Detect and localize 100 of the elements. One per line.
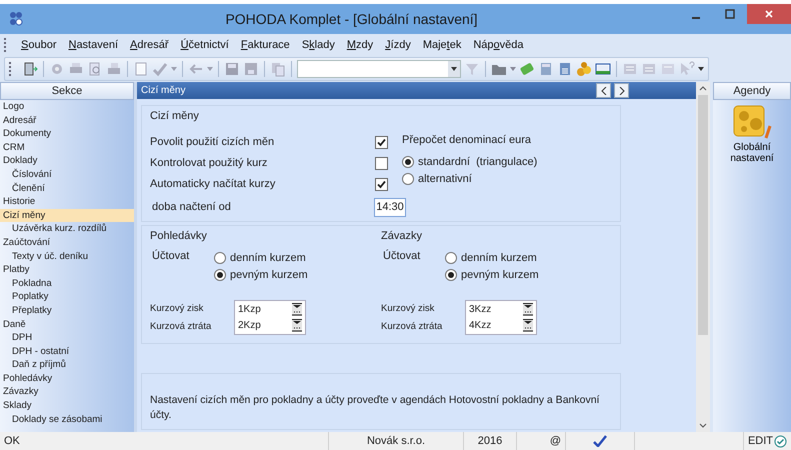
menu-item[interactable]: Adresář bbox=[125, 37, 174, 53]
tree-item[interactable]: DPH - ostatní bbox=[0, 344, 134, 358]
coins-icon[interactable] bbox=[576, 61, 592, 77]
menu-item[interactable]: Nastavení bbox=[63, 37, 124, 53]
tree-item[interactable]: Historie bbox=[0, 195, 134, 209]
tree-item[interactable]: Sklady bbox=[0, 399, 134, 413]
section-header: Agendy bbox=[713, 82, 791, 100]
menu-item[interactable]: Soubor bbox=[16, 37, 62, 53]
picker-button[interactable] bbox=[523, 303, 533, 316]
radio-button[interactable] bbox=[445, 252, 457, 264]
chevron-right-icon bbox=[618, 86, 624, 94]
tree-item[interactable]: Dokumenty bbox=[0, 127, 134, 141]
picker-button[interactable] bbox=[292, 319, 302, 332]
tree-item[interactable]: Členění bbox=[0, 182, 134, 196]
menu-item[interactable]: Sklady bbox=[296, 37, 340, 53]
tree-item[interactable]: CRM bbox=[0, 140, 134, 154]
tree-item[interactable]: Daň z příjmů bbox=[0, 358, 134, 372]
chevron-down-icon[interactable] bbox=[699, 423, 707, 428]
save-icon[interactable] bbox=[224, 61, 240, 77]
checkbox[interactable] bbox=[375, 178, 388, 190]
account-field[interactable]: 2Kzp bbox=[238, 320, 261, 331]
tree-item[interactable]: Doklady bbox=[0, 154, 134, 168]
radio-label: standardní (triangulace) bbox=[418, 156, 538, 168]
tree-item[interactable]: Platby bbox=[0, 263, 134, 277]
tree-item[interactable]: DPH bbox=[0, 331, 134, 345]
field-label: Účtovat bbox=[383, 250, 422, 264]
calculator-icon[interactable] bbox=[557, 61, 573, 77]
checkbox[interactable] bbox=[375, 156, 388, 170]
menu-item[interactable]: Nápověda bbox=[468, 37, 529, 53]
tree-item[interactable]: Poplatky bbox=[0, 290, 134, 304]
radio-button[interactable] bbox=[445, 268, 457, 280]
tree-item[interactable]: Uzávěrka kurz. rozdílů bbox=[0, 222, 134, 236]
section-title: Pohledávky bbox=[150, 230, 208, 242]
radio-button[interactable] bbox=[214, 252, 226, 264]
account-field[interactable]: 1Kzp bbox=[238, 304, 261, 315]
year-text: 2016 bbox=[464, 432, 517, 450]
picker-button[interactable] bbox=[523, 319, 533, 332]
close-button[interactable] bbox=[747, 4, 791, 24]
printer-icon[interactable] bbox=[106, 61, 122, 77]
tree-item[interactable]: Logo bbox=[0, 100, 134, 114]
account-field[interactable]: 4Kzz bbox=[469, 320, 492, 331]
tree-item[interactable]: Pohledávky bbox=[0, 372, 134, 386]
at-sign: @ bbox=[517, 432, 566, 450]
radio-button[interactable] bbox=[214, 268, 226, 280]
field-label: Kurzová ztráta bbox=[150, 321, 212, 332]
panel-title: Cizí měny bbox=[141, 85, 186, 96]
tree-item[interactable]: Adresář bbox=[0, 114, 134, 128]
check-circle-icon bbox=[774, 434, 787, 448]
checkmark-icon[interactable] bbox=[152, 61, 168, 77]
info-text: Nastavení cizích měn pro pokladny a účty proveďte v agendách Hotovostní pokladny a Bankovní účty. bbox=[150, 393, 600, 423]
section-title: Závazky bbox=[381, 230, 423, 242]
status-message: OK bbox=[0, 432, 329, 450]
picker-button[interactable] bbox=[292, 303, 302, 316]
radio-button[interactable] bbox=[402, 172, 414, 184]
option-label: Automaticky načítat kurzy bbox=[150, 178, 276, 190]
time-field[interactable]: 14:30 bbox=[374, 198, 406, 216]
tree-item[interactable]: Číslování bbox=[0, 168, 134, 182]
bank-card-icon[interactable] bbox=[595, 61, 611, 77]
tree-item[interactable]: Texty v úč. deníku bbox=[0, 250, 134, 264]
agenda-item[interactable]: Globální nastavení bbox=[713, 100, 791, 168]
checkmark-icon bbox=[593, 435, 607, 447]
window-title: POHODA Komplet - [Globální nastavení] bbox=[224, 11, 479, 27]
menu-item[interactable]: Mzdy bbox=[342, 37, 378, 53]
tree-item[interactable]: Cizí měny bbox=[0, 208, 134, 222]
vertical-scrollbar[interactable] bbox=[696, 82, 710, 432]
calculator-icon[interactable] bbox=[538, 61, 554, 77]
maximize-icon bbox=[725, 9, 735, 19]
field-label: doba načtení od bbox=[152, 201, 231, 213]
save-icon[interactable] bbox=[243, 61, 259, 77]
previous-button[interactable] bbox=[596, 83, 611, 98]
menu-item[interactable]: Majetek bbox=[418, 37, 466, 53]
radio-label: pevným kurzem bbox=[230, 268, 308, 280]
tree-item[interactable]: Pokladna bbox=[0, 276, 134, 290]
chevron-up-icon[interactable] bbox=[699, 86, 707, 91]
close-icon bbox=[764, 9, 774, 19]
next-button[interactable] bbox=[614, 83, 629, 98]
account-field[interactable]: 3Kzz bbox=[469, 304, 492, 315]
app-logo-icon bbox=[8, 11, 24, 27]
tree-item[interactable]: Doklady se zásobami bbox=[0, 412, 134, 426]
door-icon[interactable] bbox=[22, 61, 38, 77]
checkbox[interactable] bbox=[375, 136, 388, 148]
combo-box[interactable] bbox=[297, 60, 461, 78]
cheese-icon bbox=[732, 104, 772, 140]
option-label: Povolit použití cizích měn bbox=[150, 136, 274, 148]
menu-item[interactable]: Účetnictví bbox=[176, 37, 234, 53]
field-label: Účtovat bbox=[152, 250, 190, 264]
radio-button[interactable] bbox=[402, 156, 414, 168]
menu-item[interactable]: Jízdy bbox=[380, 37, 416, 53]
tree-item[interactable]: Závazky bbox=[0, 385, 134, 400]
field-label: Kurzová ztráta bbox=[381, 321, 444, 332]
tree-item[interactable]: Přeplatky bbox=[0, 304, 134, 318]
radio-label: denním kurzem bbox=[230, 252, 306, 264]
page-icon[interactable] bbox=[133, 61, 149, 77]
caret-icon[interactable] bbox=[698, 67, 704, 71]
radio-label: alternativní bbox=[418, 172, 472, 184]
minimize-icon bbox=[692, 17, 700, 19]
copy-icon[interactable] bbox=[270, 61, 286, 77]
tree-item[interactable]: Daně bbox=[0, 318, 134, 332]
tree-item[interactable]: Zaúčtování bbox=[0, 236, 134, 250]
menu-item[interactable]: Fakturace bbox=[236, 37, 295, 53]
